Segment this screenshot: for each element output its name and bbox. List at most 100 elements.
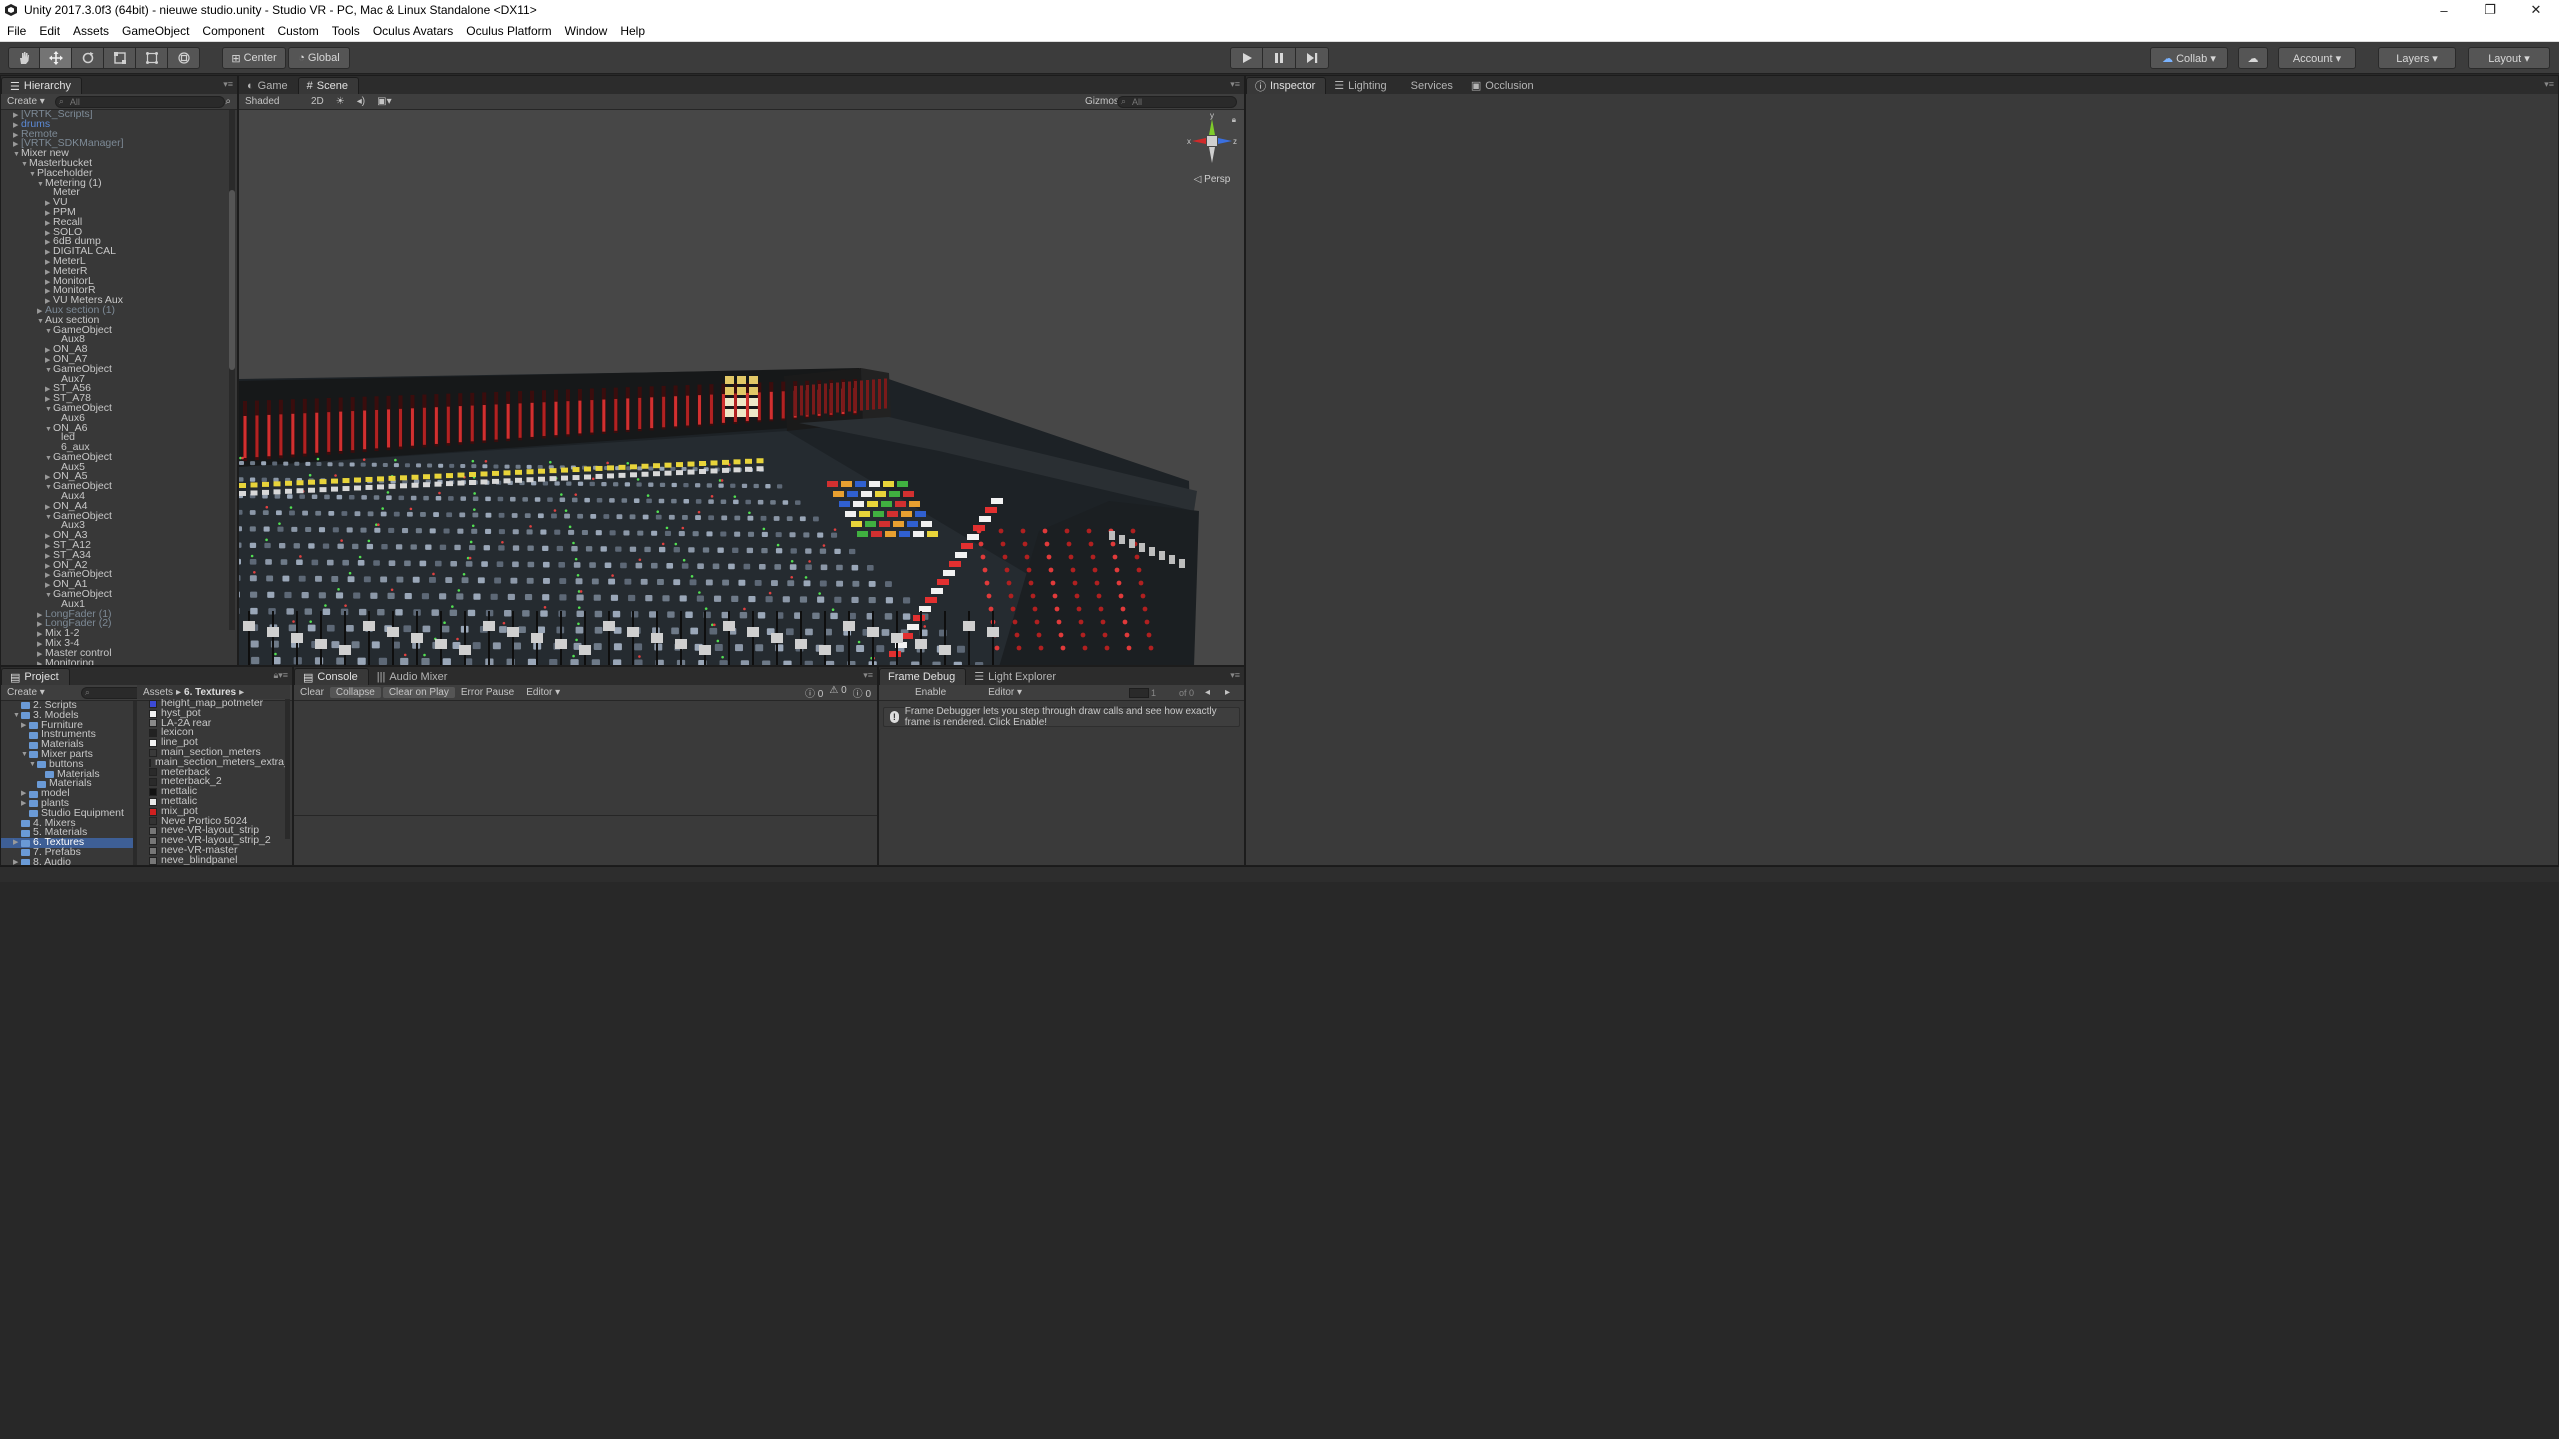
info-count[interactable]: ⓘ 0	[805, 685, 823, 700]
tab-project[interactable]: ▤ Project	[1, 668, 70, 685]
collapse-button[interactable]: Collapse	[329, 687, 381, 698]
restore-button[interactable]: ❐	[2467, 0, 2513, 20]
prev-frame-icon[interactable]: ◂	[1205, 687, 1210, 698]
hierarchy-item[interactable]: ▼Aux section	[1, 314, 237, 326]
tab-inspector[interactable]: ⓘ Inspector	[1246, 77, 1327, 94]
error-pause-button[interactable]: Error Pause	[455, 687, 520, 698]
menu-file[interactable]: File	[0, 20, 32, 42]
project-asset-item[interactable]: hyst_pot	[137, 708, 290, 719]
project-asset-item[interactable]: meterback_2	[137, 776, 290, 787]
panel-menu-icon[interactable]: ▾≡	[863, 670, 873, 681]
mode-2d-toggle[interactable]: 2D	[305, 96, 330, 107]
hierarchy-item[interactable]: led	[1, 432, 237, 443]
tab-occlusion[interactable]: ▣ Occlusion	[1463, 77, 1544, 94]
tab-console[interactable]: ▤ Console	[294, 668, 369, 685]
expanded-arrow-icon[interactable]: ▼	[21, 750, 29, 760]
move-tool-icon[interactable]	[40, 47, 72, 69]
hierarchy-item[interactable]: ▼GameObject	[1, 589, 237, 600]
project-folder-item[interactable]: ▶ 8. Audio	[1, 857, 133, 865]
hierarchy-item[interactable]: ▶ Mix 3-4	[1, 638, 237, 649]
cloud-services-button[interactable]: ☁	[2238, 47, 2268, 69]
close-button[interactable]: ✕	[2513, 0, 2559, 20]
hierarchy-item[interactable]: ▶ MeterL	[1, 256, 237, 267]
account-button[interactable]: Account ▾	[2278, 47, 2356, 69]
clear-button[interactable]: Clear	[294, 687, 330, 698]
tab-services[interactable]: Services	[1397, 77, 1463, 94]
hierarchy-item[interactable]: ▶ Monitoring	[1, 657, 237, 665]
hierarchy-item[interactable]: ▶ ST_A12	[1, 540, 237, 551]
hierarchy-item[interactable]: ▶ ON_A3	[1, 530, 237, 541]
gizmo-persp-label[interactable]: ◁ Persp	[1184, 174, 1240, 185]
hierarchy-item[interactable]: ▶ ON_A1	[1, 579, 237, 590]
collapsed-arrow-icon[interactable]: ▶	[21, 789, 29, 799]
hierarchy-item[interactable]: ▶ VU	[1, 197, 237, 208]
play-icon[interactable]	[1230, 47, 1263, 69]
scene-gizmo[interactable]: y x z ◁ Persp 🔒︎	[1184, 111, 1240, 185]
hierarchy-item[interactable]: ▶ 6dB dump	[1, 236, 237, 247]
hierarchy-item[interactable]: ▶ Master control	[1, 648, 237, 659]
project-asset-item[interactable]: LA-2A rear	[137, 717, 290, 729]
project-asset-item[interactable]: neve_blindpanel	[137, 855, 290, 865]
collab-button[interactable]: ☁ Collab ▾	[2150, 47, 2228, 69]
hierarchy-item[interactable]: Aux4	[1, 491, 237, 502]
layers-button[interactable]: Layers ▾	[2378, 47, 2456, 69]
tab-game[interactable]: ◐ Game	[239, 77, 298, 94]
menu-window[interactable]: Window	[558, 20, 614, 42]
hierarchy-item[interactable]: Aux5	[1, 461, 237, 473]
clear-on-play-button[interactable]: Clear on Play	[382, 687, 455, 698]
hierarchy-item[interactable]: Aux3	[1, 520, 237, 531]
hierarchy-item[interactable]: ▶ ST_A56	[1, 383, 237, 394]
next-frame-icon[interactable]: ▸	[1225, 687, 1230, 698]
hierarchy-item[interactable]: ▼GameObject	[1, 363, 237, 375]
audio-toggle-icon[interactable]: ◂)	[351, 96, 371, 107]
tab-light-explorer[interactable]: ☰ Light Explorer	[966, 668, 1066, 685]
hierarchy-item[interactable]: ▶ DIGITAL CAL	[1, 246, 237, 257]
error-count[interactable]: ⓘ 0	[853, 685, 871, 700]
frame-index[interactable]: 1	[1151, 688, 1156, 698]
hierarchy-search-input[interactable]: ⌕ All	[54, 95, 225, 108]
project-asset-item[interactable]: main_section_meters_extra_maps	[137, 757, 290, 768]
hierarchy-item[interactable]: ▼GameObject	[1, 403, 237, 414]
menu-assets[interactable]: Assets	[66, 20, 115, 42]
filter-icon[interactable]: ⌕	[225, 96, 231, 107]
shading-mode-dropdown[interactable]: Shaded	[239, 96, 305, 107]
hierarchy-item[interactable]: ▶ GameObject	[1, 569, 237, 580]
menu-edit[interactable]: Edit	[32, 20, 66, 42]
scale-tool-icon[interactable]	[104, 47, 136, 69]
menu-component[interactable]: Component	[195, 20, 270, 42]
minimize-button[interactable]: –	[2421, 0, 2467, 20]
breadcrumb-current[interactable]: 6. Textures	[184, 687, 236, 698]
hierarchy-item[interactable]: ▶ MonitorL	[1, 275, 237, 287]
menu-custom[interactable]: Custom	[270, 20, 324, 42]
frame-editor-dropdown[interactable]: Editor ▾	[982, 687, 1028, 698]
gizmo-z-axis[interactable]	[1218, 138, 1232, 144]
menu-oculus-platform[interactable]: Oculus Platform	[459, 20, 557, 42]
tab-frame-debug[interactable]: Frame Debug	[879, 668, 967, 685]
hierarchy-item[interactable]: ▼GameObject	[1, 452, 237, 463]
hierarchy-item[interactable]: Aux8	[1, 334, 237, 345]
hierarchy-item[interactable]: ▶ ON_A7	[1, 354, 237, 365]
hierarchy-item[interactable]: ▶ PPM	[1, 207, 237, 218]
hierarchy-scrollbar[interactable]	[229, 110, 235, 630]
hierarchy-item[interactable]: Aux7	[1, 373, 237, 385]
project-create-dropdown[interactable]: Create ▾	[1, 687, 51, 698]
menu-gameobject[interactable]: GameObject	[115, 20, 195, 42]
hierarchy-item[interactable]: ▶ Recall	[1, 217, 237, 228]
hierarchy-item[interactable]: ▶ MeterR	[1, 266, 237, 277]
tab-scene[interactable]: # Scene	[297, 77, 359, 94]
tab-hierarchy[interactable]: ☰ Hierarchy	[1, 77, 82, 94]
expanded-arrow-icon[interactable]: ▼	[29, 760, 37, 770]
menu-tools[interactable]: Tools	[325, 20, 366, 42]
hierarchy-item[interactable]: ▼GameObject	[1, 324, 237, 336]
pivot-space-button[interactable]: ◔ Global	[288, 47, 350, 69]
pause-icon[interactable]	[1263, 47, 1296, 69]
frame-slider[interactable]	[1129, 687, 1149, 698]
rect-tool-icon[interactable]	[136, 47, 168, 69]
gizmo-x-axis[interactable]	[1192, 138, 1206, 144]
collapsed-arrow-icon[interactable]: ▶	[21, 721, 29, 731]
hierarchy-item[interactable]: ▶ LongFader (2)	[1, 618, 237, 629]
hierarchy-item[interactable]: ▼GameObject	[1, 481, 237, 492]
hierarchy-item[interactable]: ▶ ST_A34	[1, 550, 237, 561]
hierarchy-item[interactable]: ▶ LongFader (1)	[1, 608, 237, 620]
console-detail-splitter[interactable]	[294, 815, 877, 816]
